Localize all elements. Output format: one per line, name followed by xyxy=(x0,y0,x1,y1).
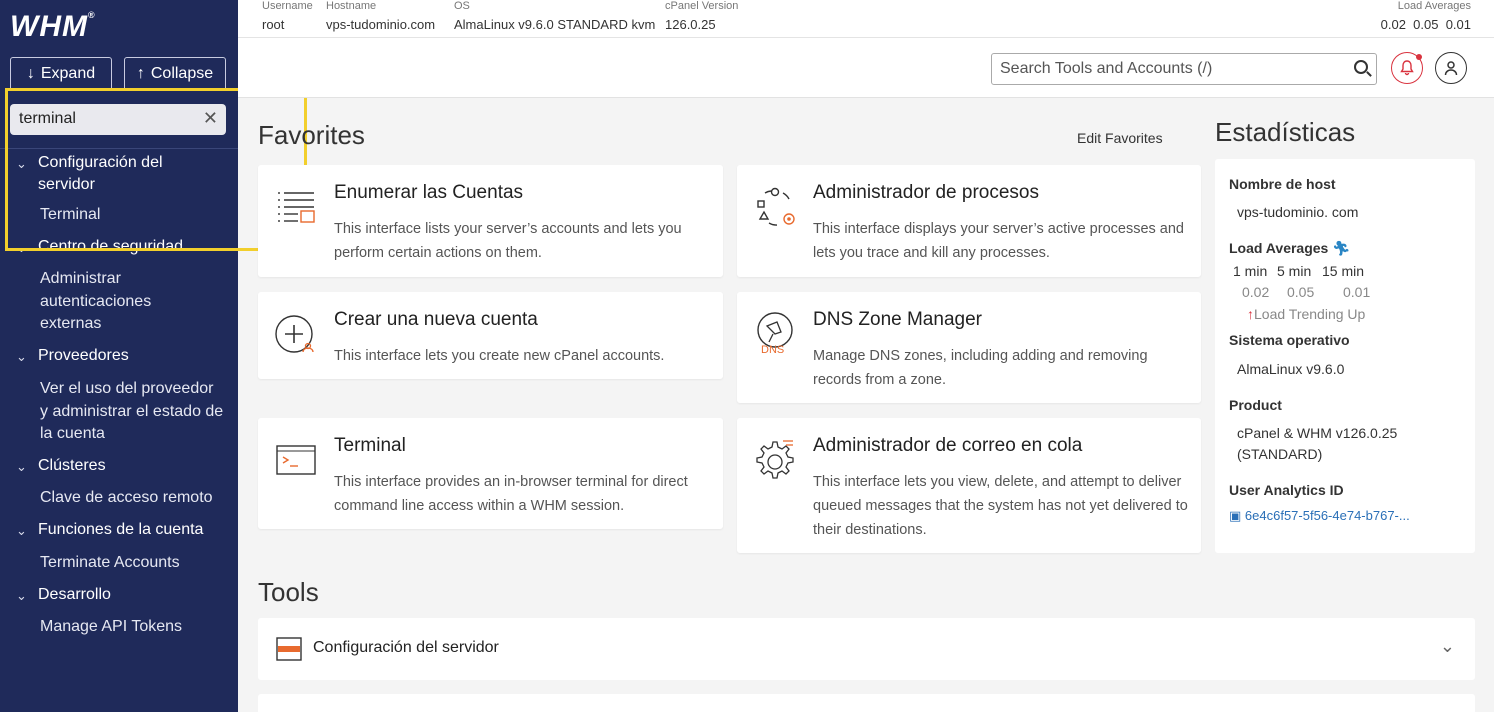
tools-title: Tools xyxy=(258,577,319,607)
collapse-button[interactable]: ↑ Collapse xyxy=(124,57,226,91)
user-menu-button[interactable] xyxy=(1435,52,1467,84)
svg-text:DNS: DNS xyxy=(761,344,784,356)
search-tools-input[interactable]: Search Tools and Accounts (/) xyxy=(991,53,1377,85)
search-icon[interactable] xyxy=(1354,60,1368,74)
server-info-bar: Username root Hostname vps-tudominio.com O… xyxy=(238,0,1494,38)
favorite-card-mail-queue[interactable]: Administrador de correo en cola This int… xyxy=(737,418,1201,553)
card-description: This interface displays your server’s ac… xyxy=(813,221,1184,261)
load-val-1: 0.02 xyxy=(1242,284,1270,300)
card-title: Administrador de correo en cola xyxy=(813,435,1083,456)
arrow-down-icon: ↓ xyxy=(26,65,35,82)
info-username: Username root xyxy=(262,0,313,32)
card-description: This interface lets you create new cPane… xyxy=(334,348,665,364)
notification-dot xyxy=(1416,54,1422,60)
terminal-icon xyxy=(276,445,316,475)
create-account-icon xyxy=(275,315,314,353)
sidebar-section-providers[interactable]: ⌄ Proveedores xyxy=(16,345,129,368)
load-col-1: 1 min xyxy=(1233,263,1268,279)
running-icon: 🏃︎ xyxy=(1332,240,1351,256)
stats-panel: Nombre de host vps-tudominio. com Load A… xyxy=(1215,159,1475,553)
sidebar-section-development[interactable]: ⌄ Desarrollo xyxy=(16,584,111,607)
sidebar-item-terminate-accounts[interactable]: Terminate Accounts xyxy=(40,552,225,575)
favorites-title: Favorites xyxy=(258,120,365,150)
info-cpanel-version: cPanel Version 126.0.25 xyxy=(665,0,739,32)
sidebar-item-api-tokens[interactable]: Manage API Tokens xyxy=(40,616,225,639)
info-os: OS AlmaLinux v9.6.0 STANDARD kvm xyxy=(454,0,656,32)
load-val-15: 0.01 xyxy=(1343,284,1371,300)
edit-favorites-link[interactable]: Edit Favorites xyxy=(1077,130,1163,146)
server-config-icon xyxy=(276,637,302,661)
product-value: cPanel & WHM v126.0.25 (STANDARD) xyxy=(1237,425,1398,462)
sidebar-item-external-auth[interactable]: Administrar autenticaciones externas xyxy=(40,268,190,336)
card-description: This interface lists your server’s accou… xyxy=(334,221,682,261)
tool-row-label: Configuración del servidor xyxy=(313,639,499,656)
os-label: Sistema operativo xyxy=(1229,332,1350,348)
card-description: This interface provides an in-browser te… xyxy=(334,474,688,514)
load-col-15: 15 min xyxy=(1322,263,1365,279)
mail-queue-icon xyxy=(756,440,794,479)
chevron-down-icon: ⌄ xyxy=(16,588,27,603)
load-trend: ↑Load Trending Up xyxy=(1247,306,1366,322)
copy-icon[interactable]: ▣ xyxy=(1229,508,1241,523)
sidebar-section-account-functions[interactable]: ⌄ Funciones de la cuenta xyxy=(16,519,203,542)
info-hostname: Hostname vps-tudominio.com xyxy=(326,0,436,32)
favorite-card-dns-zone-manager[interactable]: DNS DNS Zone Manager Manage DNS zones, i… xyxy=(737,292,1201,403)
trend-up-icon: ↑ xyxy=(1247,306,1254,322)
process-manager-icon xyxy=(757,187,795,226)
sidebar-item-remote-access-key[interactable]: Clave de acceso remoto xyxy=(40,487,225,510)
chevron-down-icon: ⌄ xyxy=(16,349,27,364)
card-title: DNS Zone Manager xyxy=(813,309,982,330)
arrow-up-icon: ↑ xyxy=(136,65,145,82)
tool-row-next[interactable] xyxy=(258,694,1475,712)
tool-row-server-config[interactable]: Configuración del servidor ⌄ xyxy=(258,618,1475,680)
favorite-card-list-accounts[interactable]: Enumerar las Cuentas This interface list… xyxy=(258,165,723,277)
header: Search Tools and Accounts (/) xyxy=(238,38,1494,98)
card-title: Enumerar las Cuentas xyxy=(334,182,524,203)
sidebar-item-provider-usage[interactable]: Ver el uso del proveedor y administrar e… xyxy=(40,378,225,446)
chevron-down-icon: ⌄ xyxy=(16,459,27,474)
load-val-5: 0.05 xyxy=(1287,284,1315,300)
load-col-5: 5 min xyxy=(1277,263,1312,279)
favorite-card-process-manager[interactable]: Administrador de procesos This interface… xyxy=(737,165,1201,277)
bell-icon xyxy=(1400,60,1414,76)
chevron-down-icon: ⌄ xyxy=(16,523,27,538)
favorite-card-create-account[interactable]: Crear una nueva cuenta This interface le… xyxy=(258,292,723,379)
favorite-card-terminal[interactable]: Terminal This interface provides an in-b… xyxy=(258,418,723,529)
sidebar-section-clusters[interactable]: ⌄ Clústeres xyxy=(16,455,106,478)
expand-button[interactable]: ↓ Expand xyxy=(10,57,112,91)
list-accounts-icon xyxy=(278,192,315,223)
os-value: AlmaLinux v9.6.0 xyxy=(1237,361,1345,377)
card-title: Terminal xyxy=(334,435,406,456)
dns-icon: DNS xyxy=(757,312,793,356)
card-title: Administrador de procesos xyxy=(813,182,1039,203)
info-load-averages: Load Averages 0.02 0.05 0.01 xyxy=(1380,0,1471,32)
chevron-down-icon[interactable]: ⌄ xyxy=(1440,636,1455,657)
card-description: This interface lets you view, delete, an… xyxy=(813,474,1188,538)
hostname-value: vps-tudominio. com xyxy=(1237,204,1359,220)
analytics-id-link[interactable]: ▣ 6e4c6f57-5f56-4e74-b767-... xyxy=(1229,505,1459,526)
whm-logo[interactable]: WHM® xyxy=(10,10,96,44)
card-title: Crear una nueva cuenta xyxy=(334,309,538,330)
product-label: Product xyxy=(1229,397,1282,413)
notifications-button[interactable] xyxy=(1391,52,1423,84)
stats-title: Estadísticas xyxy=(1215,117,1356,147)
user-icon xyxy=(1444,61,1458,76)
load-averages-label: Load Averages 🏃︎ xyxy=(1229,240,1351,256)
analytics-label: User Analytics ID xyxy=(1229,482,1344,498)
card-description: Manage DNS zones, including adding and r… xyxy=(813,348,1148,388)
hostname-label: Nombre de host xyxy=(1229,176,1336,192)
